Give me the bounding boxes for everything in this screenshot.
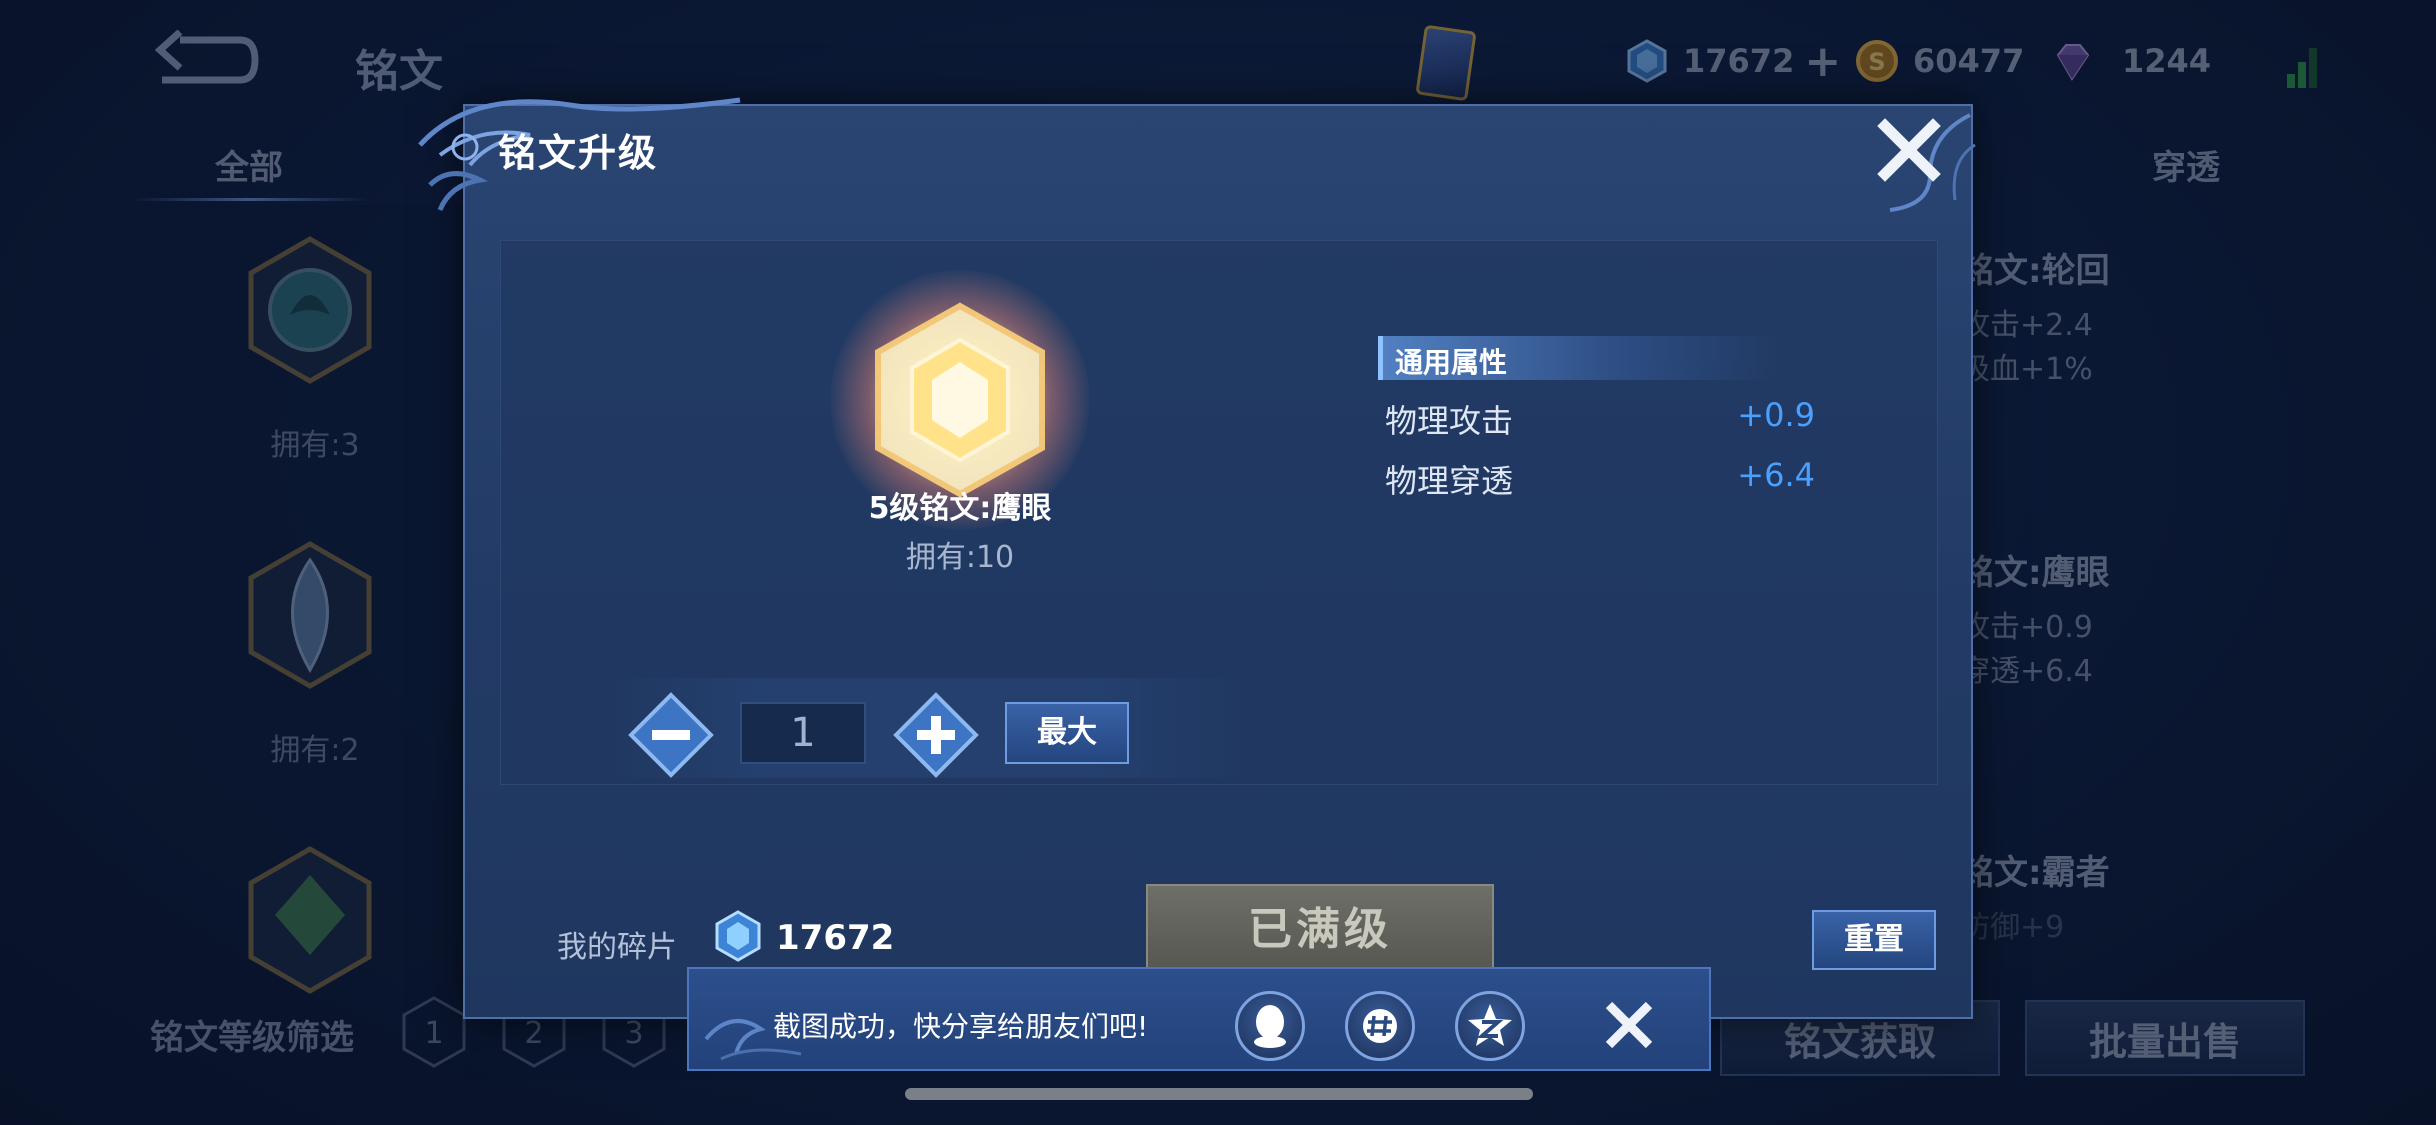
rune-name: 5级铭文:鹰眼 bbox=[868, 491, 1052, 526]
home-indicator bbox=[905, 1088, 1533, 1100]
app-screen: 铭文 17672 + S 60477 1244 全部 穿透 拥有:3 拥有:2 … bbox=[0, 0, 2436, 1125]
crystal-icon bbox=[1627, 39, 1667, 83]
gold-coin-icon: S bbox=[1856, 40, 1898, 82]
rune-emblem-icon bbox=[248, 541, 372, 689]
rune-emblem-icon bbox=[248, 846, 372, 994]
level-filter-1-label: 1 bbox=[424, 1016, 443, 1051]
attribute-row: 物理穿透 +6.4 bbox=[1385, 456, 1815, 500]
rune-title: 铭文:鹰眼 bbox=[1960, 553, 2110, 593]
fragment-count: 17672 bbox=[1683, 42, 1795, 80]
rune-deck-icon[interactable] bbox=[1415, 24, 1477, 102]
rune-stat: 防御+9 bbox=[1960, 910, 2065, 945]
close-icon[interactable] bbox=[1873, 114, 1945, 186]
back-arrow-icon[interactable] bbox=[150, 30, 260, 90]
fragment-currency: 17672 + bbox=[1625, 36, 1841, 87]
attribute-name: 物理攻击 bbox=[1385, 402, 1514, 440]
attribute-header-label: 通用属性 bbox=[1395, 346, 1508, 379]
rune-stat: 攻击+0.9 bbox=[1960, 610, 2093, 645]
rune-owned-count: 拥有:10 bbox=[905, 540, 1015, 575]
qq-icon bbox=[1254, 1005, 1286, 1048]
list-item[interactable]: 铭文:霸者 防御+9 bbox=[1960, 845, 2110, 950]
share-qq-button[interactable] bbox=[1235, 991, 1305, 1061]
list-item[interactable] bbox=[150, 815, 480, 1005]
max-quantity-button[interactable]: 最大 bbox=[1005, 702, 1129, 764]
list-item[interactable]: 拥有:3 bbox=[150, 205, 480, 505]
rune-owned-count: 拥有:2 bbox=[270, 733, 360, 768]
rune-stat: 穿透+6.4 bbox=[1960, 654, 2093, 689]
my-fragments-label: 我的碎片 bbox=[557, 930, 677, 965]
tab-penetration[interactable]: 穿透 bbox=[2152, 140, 2220, 189]
attribute-value: +6.4 bbox=[1737, 456, 1815, 494]
tab-all[interactable]: 全部 bbox=[215, 140, 283, 189]
reset-button[interactable]: 重置 bbox=[1812, 910, 1936, 970]
attribute-section-header: 通用属性 bbox=[1378, 336, 1778, 380]
quantity-input[interactable]: 1 bbox=[740, 702, 866, 764]
attribute-value: +0.9 bbox=[1737, 396, 1815, 434]
rune-detail-list: 铭文:轮回 攻击+2.4 吸血+1% 铭文:鹰眼 攻击+0.9 穿透+6.4 铭… bbox=[1960, 205, 2290, 1005]
attribute-name: 物理穿透 bbox=[1385, 462, 1514, 500]
level-filter-1[interactable]: 1 bbox=[400, 995, 468, 1069]
list-item[interactable]: 铭文:鹰眼 攻击+0.9 穿透+6.4 bbox=[1960, 545, 2110, 694]
share-qzone-button[interactable] bbox=[1455, 991, 1525, 1061]
minus-button[interactable] bbox=[628, 692, 714, 778]
wifi-signal-icon bbox=[2287, 48, 2317, 88]
rune-list: 拥有:3 拥有:2 bbox=[150, 205, 480, 1005]
screenshot-share-toast: 截图成功，快分享给朋友们吧! bbox=[687, 967, 1711, 1071]
wechat-moments-icon bbox=[1363, 1009, 1397, 1043]
plus-button[interactable] bbox=[893, 692, 979, 778]
gold-count: 60477 bbox=[1913, 42, 2025, 80]
rune-title: 铭文:霸者 bbox=[1960, 853, 2110, 893]
rune-crystal-icon[interactable] bbox=[868, 300, 1052, 500]
gold-currency: S 60477 bbox=[1855, 36, 2024, 86]
rune-owned-count: 拥有:3 bbox=[270, 428, 360, 463]
level-filter-2-label: 2 bbox=[524, 1016, 543, 1051]
add-fragment-button[interactable]: + bbox=[1804, 36, 1841, 87]
bulk-sell-button[interactable]: 批量出售 bbox=[2025, 1000, 2305, 1076]
my-fragments-count: 17672 bbox=[776, 918, 895, 958]
diamond-icon bbox=[2056, 44, 2090, 81]
dialog-title: 铭文升级 bbox=[498, 131, 659, 175]
diamond-currency: 1244 bbox=[2050, 36, 2211, 86]
rune-emblem-icon bbox=[248, 236, 372, 384]
svg-text:S: S bbox=[1868, 48, 1885, 76]
attribute-row: 物理攻击 +0.9 bbox=[1385, 396, 1815, 440]
list-item[interactable]: 铭文:轮回 攻击+2.4 吸血+1% bbox=[1960, 243, 2110, 392]
rune-stat: 吸血+1% bbox=[1960, 352, 2093, 387]
upgrade-button-maxed[interactable]: 已满级 bbox=[1146, 884, 1494, 976]
level-filter-label: 铭文等级筛选 bbox=[150, 1018, 354, 1058]
rune-stat: 攻击+2.4 bbox=[1960, 308, 2093, 343]
level-filter-3-label: 3 bbox=[624, 1016, 643, 1051]
crystal-icon bbox=[715, 910, 761, 962]
share-moments-button[interactable] bbox=[1345, 991, 1415, 1061]
rune-title: 铭文:轮回 bbox=[1960, 251, 2110, 291]
toast-message: 截图成功，快分享给朋友们吧! bbox=[773, 1010, 1149, 1043]
list-item[interactable]: 拥有:2 bbox=[150, 510, 480, 810]
diamond-count: 1244 bbox=[2122, 42, 2212, 80]
qzone-icon bbox=[1468, 1004, 1512, 1046]
tab-active-indicator bbox=[130, 198, 370, 201]
close-icon[interactable] bbox=[1599, 995, 1659, 1055]
